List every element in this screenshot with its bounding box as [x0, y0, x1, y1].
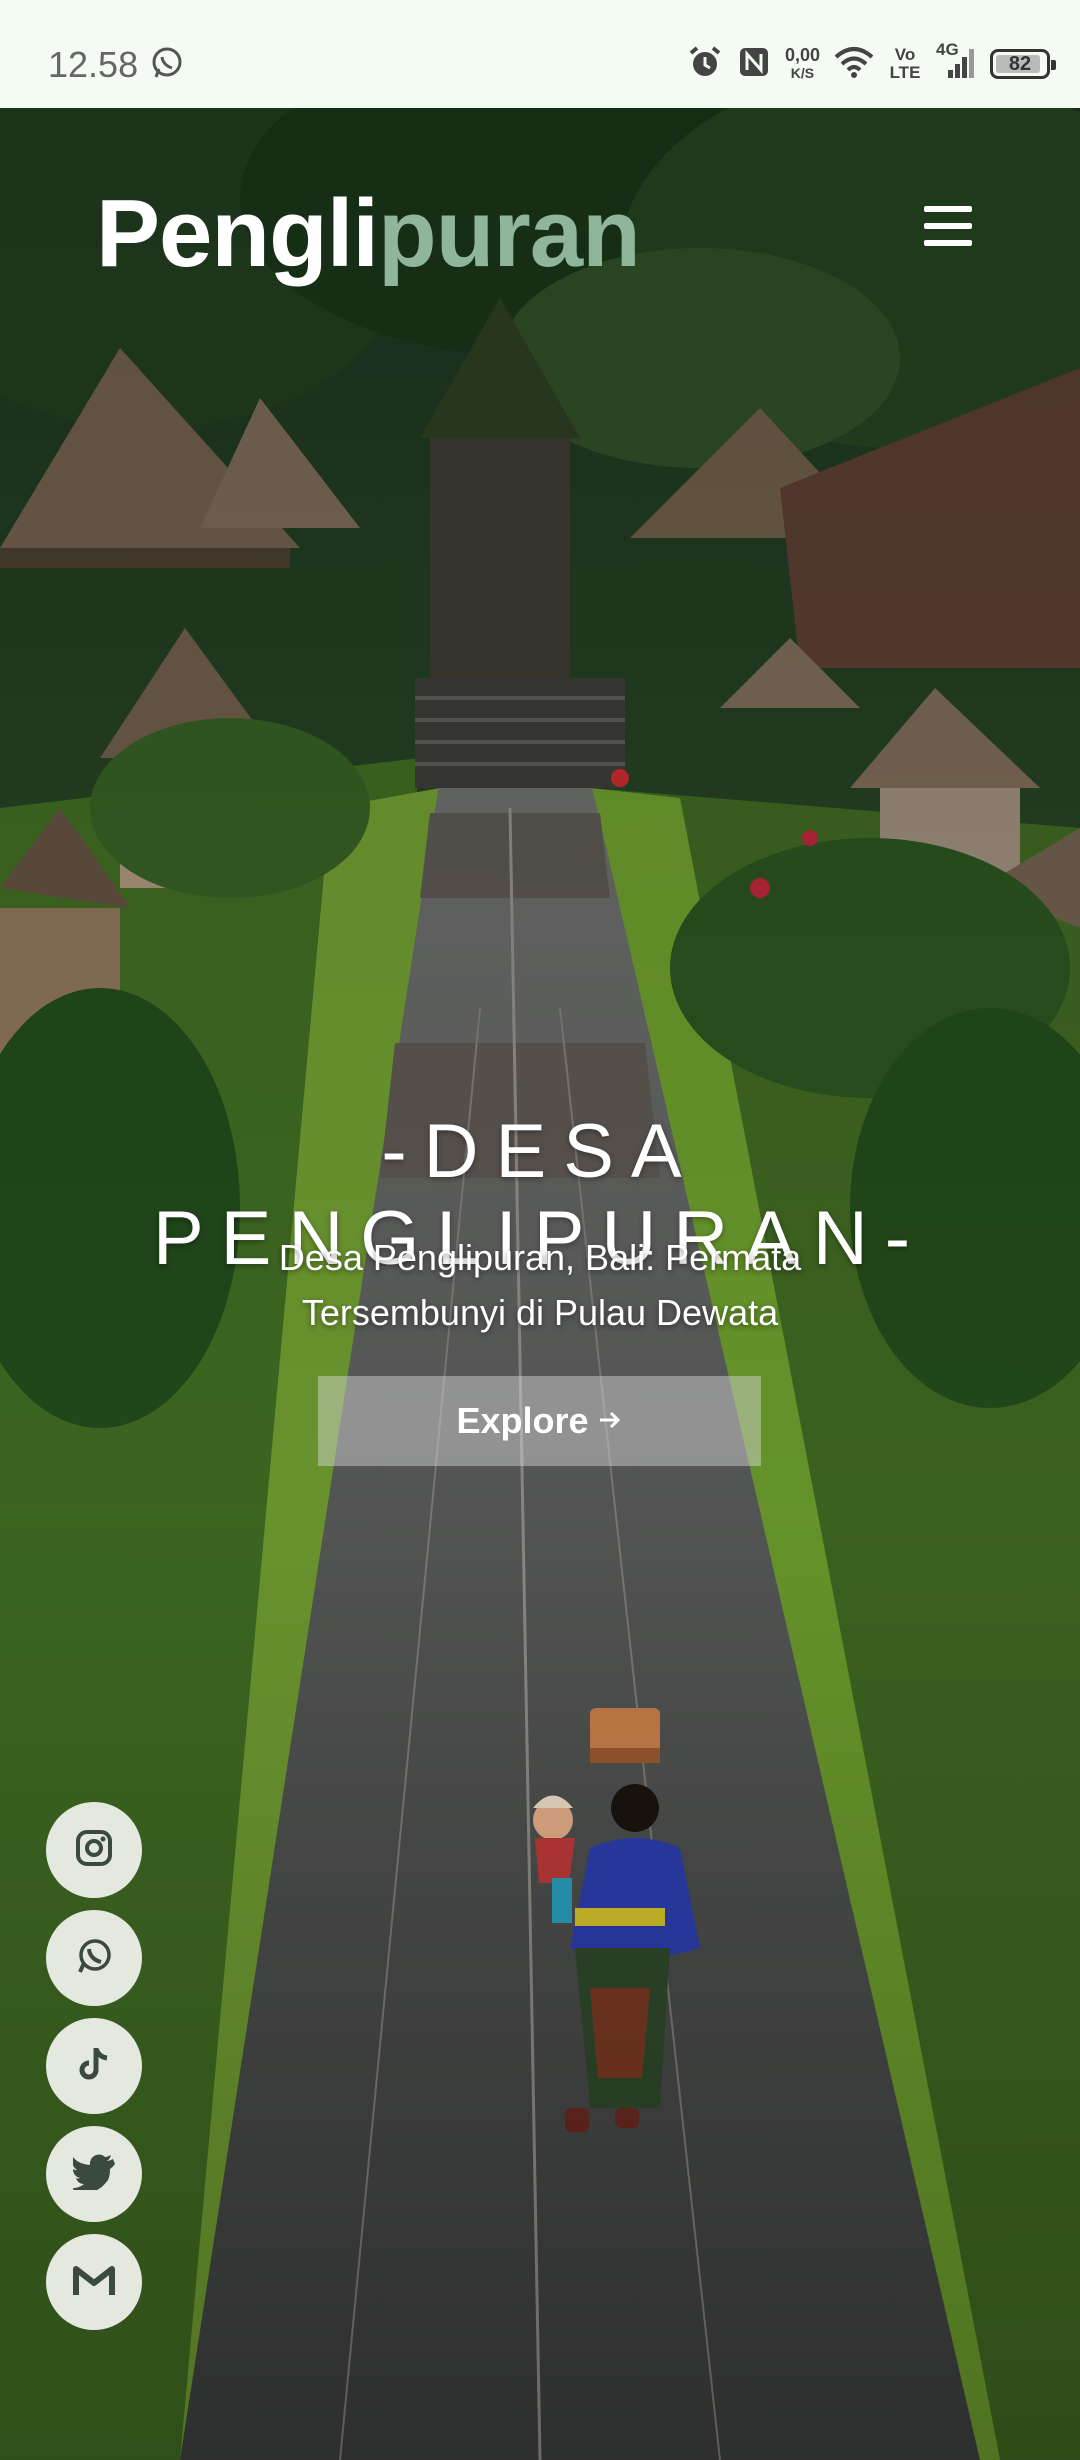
instagram-button[interactable] [46, 1802, 142, 1898]
nfc-icon [737, 45, 771, 84]
tiktok-icon [74, 2044, 114, 2089]
brand-logo[interactable]: Penglipuran [96, 186, 641, 282]
brand-part1: Pengli [96, 180, 379, 287]
twitter-button[interactable] [46, 2126, 142, 2222]
whatsapp-icon [74, 1936, 114, 1981]
brand-part2: puran [378, 180, 641, 287]
status-icons: 0,00 K/S Vo LTE 4G 82 [687, 40, 1056, 88]
wifi-icon [834, 45, 874, 84]
instagram-icon [74, 1828, 114, 1873]
twitter-icon [70, 2154, 115, 2195]
alarm-icon [687, 44, 723, 85]
network-speed: 0,00 K/S [784, 45, 820, 81]
explore-label: Explore [456, 1400, 589, 1441]
whatsapp-icon [150, 46, 184, 80]
battery-icon: 82 [990, 49, 1056, 79]
whatsapp-button[interactable] [46, 1910, 142, 2006]
gmail-button[interactable] [46, 2234, 142, 2330]
hamburger-menu-icon[interactable] [920, 206, 976, 250]
status-bar: 12.58 0,00 K/S Vo LTE 4G 82 [0, 0, 1080, 108]
hero-section: Penglipuran -DESA PENGLIPURAN- Desa Peng… [0, 108, 1080, 2460]
tiktok-button[interactable] [46, 2018, 142, 2114]
volte-label: Vo LTE [889, 45, 921, 82]
gmail-icon [73, 2263, 115, 2302]
explore-button[interactable]: Explore [318, 1376, 761, 1466]
signal-icon: 4G [936, 40, 976, 85]
status-time: 12.58 [48, 44, 139, 85]
hero-subtitle: Desa Penglipuran, Bali: Permata Tersembu… [278, 1237, 802, 1333]
arrow-right-icon [597, 1400, 623, 1442]
